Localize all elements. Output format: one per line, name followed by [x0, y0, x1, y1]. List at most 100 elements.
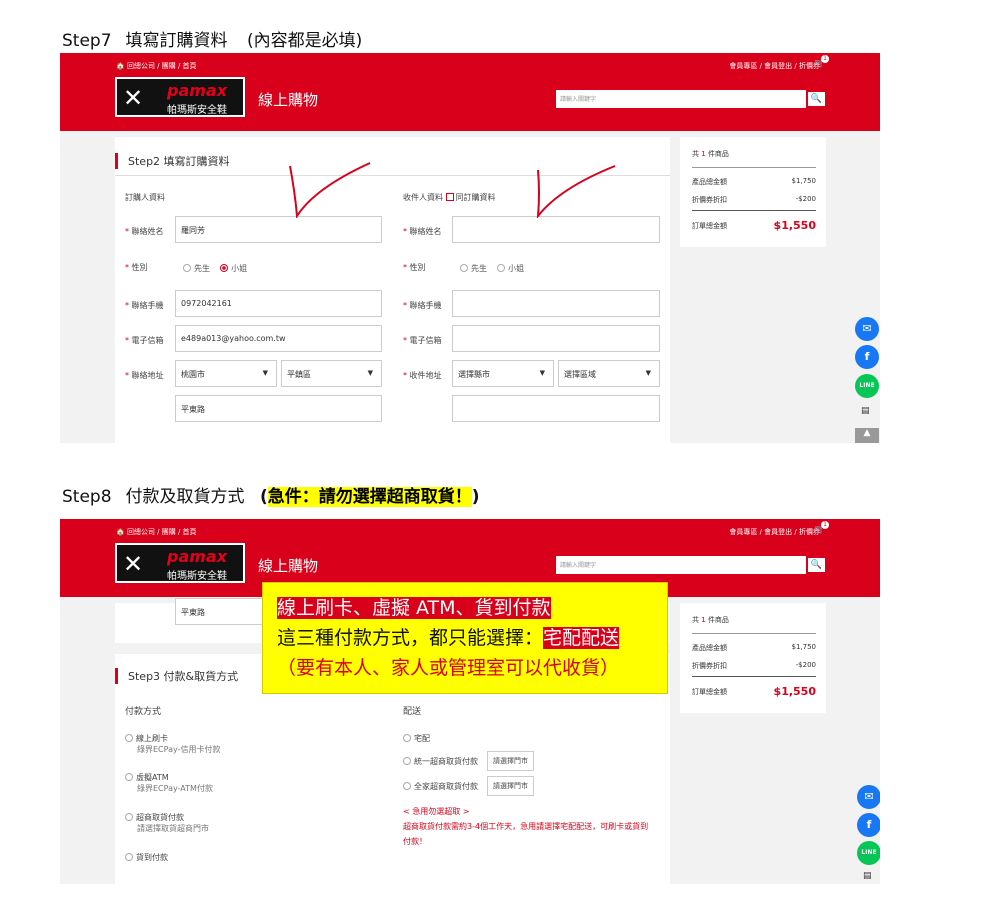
doc-icon[interactable]: ▤	[861, 406, 873, 418]
search-input[interactable]: 請輸入關鍵字	[556, 90, 806, 108]
search-button[interactable]: 🔍	[806, 90, 827, 108]
phone-label: * 聯絡手機	[125, 301, 164, 310]
pay-cvs-label: 超商取貨付款	[136, 813, 184, 822]
phone-label-text: 聯絡手機	[131, 301, 164, 310]
pay-atm-sub: 綠界ECPay-ATM付款	[137, 784, 213, 793]
receiver-email-input[interactable]	[452, 325, 660, 352]
select-store-family-button[interactable]: 請選擇門市	[487, 776, 534, 796]
total-value: $1,550	[773, 685, 816, 698]
pay-atm[interactable]: 虛擬ATM 綠界ECPay-ATM付款	[125, 772, 213, 794]
chevron-down-icon: ▼	[262, 369, 268, 377]
ship-711[interactable]: 統一超商取貨付款	[403, 756, 478, 767]
subtotal-label: 產品總金額	[692, 644, 727, 652]
ship-home-radio[interactable]	[403, 734, 411, 742]
count-post: 件商品	[707, 150, 729, 158]
logo-zh: 帕瑪斯安全鞋	[167, 105, 227, 116]
r-phone-label: * 聯絡手機	[403, 301, 442, 310]
r-email-label: * 電子信箱	[403, 336, 442, 345]
pamax-logo[interactable]: ✕ pamax 帕瑪斯安全鞋	[115, 77, 245, 117]
same-checkbox[interactable]	[445, 193, 454, 201]
receiver-gender[interactable]: 先生 小姐	[460, 263, 524, 274]
line-icon[interactable]: LINE	[857, 841, 880, 865]
facebook-icon[interactable]: f	[857, 813, 880, 837]
email-label-text: 電子信箱	[131, 336, 164, 345]
street-input[interactable]: 平東路	[175, 395, 382, 422]
discount-row: 折價券折扣 -$200	[692, 195, 816, 205]
r-city-select[interactable]: 選擇縣市 ▼	[452, 360, 554, 387]
breadcrumb[interactable]: 🏠 回總公司 / 團購 / 首頁	[116, 61, 197, 71]
breadcrumb[interactable]: 🏠 回總公司 / 團購 / 首頁	[116, 527, 197, 537]
mr-radio[interactable]	[183, 264, 191, 272]
step8-title: Step8 付款及取貨方式 (急件：請勿選擇超商取貨！)	[62, 482, 480, 507]
step8-note-pre: (	[259, 487, 268, 507]
buyer-email-input[interactable]: e489a013@yahoo.com.tw	[175, 325, 382, 352]
city-select[interactable]: 桃園市 ▼	[175, 360, 277, 387]
receiver-phone-input[interactable]	[452, 290, 660, 317]
shop-title: 線上購物	[258, 91, 319, 109]
facebook-icon[interactable]: f	[855, 345, 879, 369]
district-value: 平鎮區	[287, 370, 311, 379]
doc-icon[interactable]: ▤	[863, 871, 875, 883]
email-label: * 電子信箱	[125, 336, 164, 345]
buyer-phone-input[interactable]: 0972042161	[175, 290, 382, 317]
receiver-heading: 收件人資料 同訂購資料	[403, 192, 496, 203]
note-line2b: 宅配配送	[543, 627, 620, 649]
pay-atm-label: 虛擬ATM	[136, 773, 169, 782]
r-email-label-text: 電子信箱	[409, 336, 442, 345]
urgent-warning: < 急用勿選超取 > 超商取貨付款需約3-4個工作天，急用請選擇宅配配送，可刷卡或…	[403, 804, 668, 849]
r-district-value: 選擇區域	[564, 370, 596, 379]
line-icon[interactable]: LINE	[855, 374, 879, 398]
pay-cod-radio[interactable]	[125, 853, 133, 861]
pay-credit[interactable]: 線上刷卡 綠界ECPay-信用卡付款	[125, 733, 221, 755]
pamax-logo[interactable]: ✕ pamax 帕瑪斯安全鞋	[115, 543, 245, 583]
ship-home[interactable]: 宅配	[403, 733, 430, 744]
pay-cvs[interactable]: 超商取貨付款 請選擇取貨超商門市	[125, 812, 209, 834]
messenger-icon[interactable]: ✉	[857, 785, 880, 809]
mr-label: 先生	[194, 264, 210, 273]
r-district-select[interactable]: 選擇區域 ▼	[558, 360, 660, 387]
ship-711-label: 統一超商取貨付款	[414, 757, 478, 766]
member-links[interactable]: 會員專區 / 會員登出 / 折價券	[729, 61, 820, 71]
r-street-input[interactable]	[452, 395, 660, 422]
receiver-name-input[interactable]	[452, 216, 660, 243]
form-title: Step2 填寫訂購資料	[115, 153, 230, 169]
messenger-icon[interactable]: ✉	[855, 317, 879, 341]
r-mr-label: 先生	[471, 264, 487, 273]
ship-family-radio[interactable]	[403, 782, 411, 790]
discount-value: -$200	[795, 661, 816, 669]
buyer-name-input[interactable]: 羅同芳	[175, 216, 382, 243]
pay-cvs-radio[interactable]	[125, 813, 133, 821]
select-store-711-button[interactable]: 請選擇門市	[487, 751, 534, 771]
item-count: 共 1 件商品	[692, 615, 816, 625]
pay-atm-radio[interactable]	[125, 773, 133, 781]
pay-cod[interactable]: 貨到付款	[125, 852, 168, 863]
count-pre: 共	[692, 150, 699, 158]
member-links[interactable]: 會員專區 / 會員登出 / 折價券	[729, 527, 820, 537]
district-select[interactable]: 平鎮區 ▼	[281, 360, 382, 387]
r-mr-radio[interactable]	[460, 264, 468, 272]
cart-icon[interactable]: 🛒 1	[814, 55, 829, 69]
step7-note: (內容都是必填)	[246, 31, 363, 51]
discount-value: -$200	[795, 195, 816, 203]
total-value: $1,550	[773, 219, 816, 232]
order-summary-2: 共 1 件商品 產品總金額 $1,750 折價券折扣 -$200 訂單總金額 $1,5…	[680, 603, 826, 713]
ms-radio[interactable]	[220, 264, 229, 272]
r-ms-radio[interactable]	[497, 264, 506, 272]
r-name-label: * 聯絡姓名	[403, 227, 442, 236]
search-input[interactable]: 請輸入關鍵字	[556, 556, 806, 574]
ship-711-radio[interactable]	[403, 757, 411, 765]
scroll-top-icon[interactable]: ▲	[855, 428, 879, 443]
logo-mark-icon: ✕	[123, 550, 144, 578]
pay-credit-radio[interactable]	[125, 734, 133, 742]
subtotal-label: 產品總金額	[692, 178, 727, 186]
search-button[interactable]: 🔍	[806, 556, 827, 574]
r-ms-label: 小姐	[508, 264, 525, 273]
buyer-gender[interactable]: 先生 小姐	[183, 263, 247, 274]
step7-label: Step7	[62, 31, 112, 51]
count-value: 1	[701, 616, 706, 624]
addr-label: * 聯絡地址	[125, 371, 164, 380]
ship-family-label: 全家超商取貨付款	[414, 782, 478, 791]
step8-label: Step8	[62, 487, 112, 507]
ship-family[interactable]: 全家超商取貨付款	[403, 781, 478, 792]
cart-icon[interactable]: 🛒 1	[814, 521, 829, 535]
